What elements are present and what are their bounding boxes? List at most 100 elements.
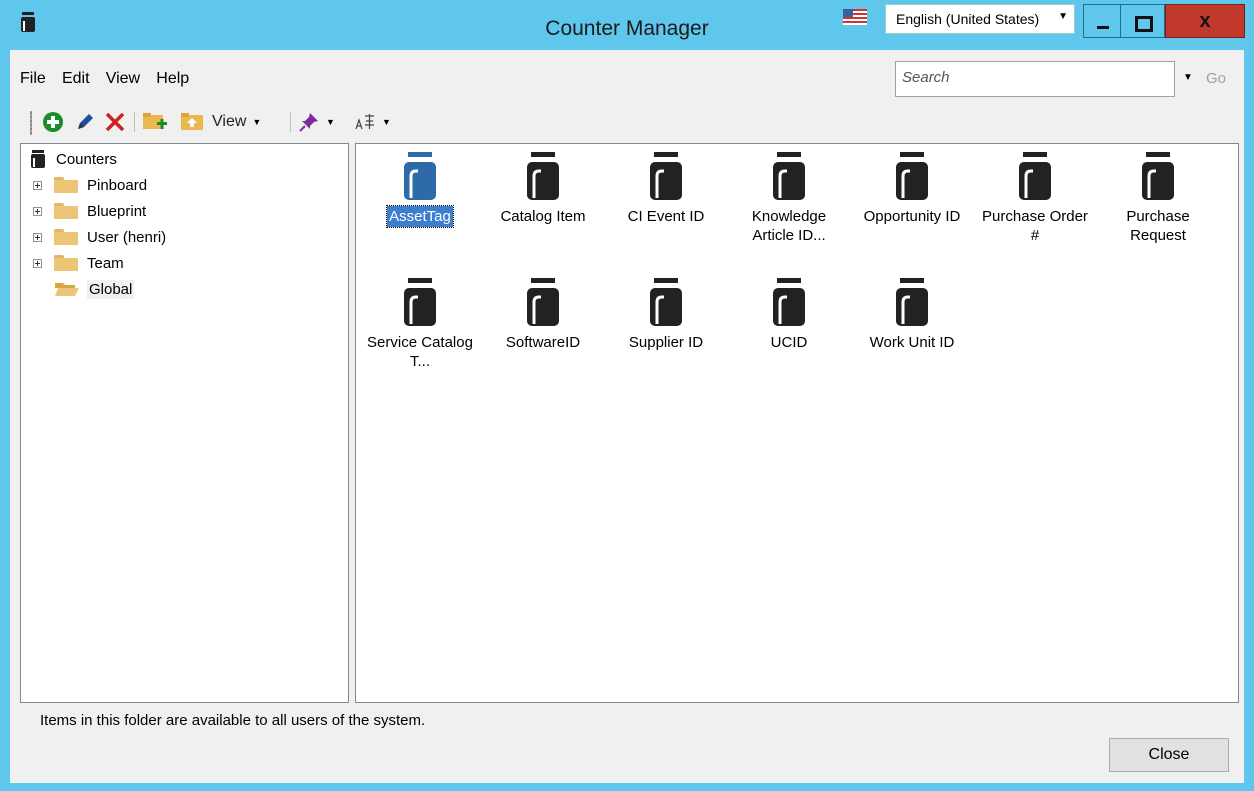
folder-up-icon: [181, 113, 203, 130]
open-folder-icon: [55, 283, 79, 296]
font-icon: [355, 114, 374, 130]
menu-bar: File Edit View Help: [20, 70, 201, 94]
counter-icon: [527, 278, 559, 326]
maximize-button[interactable]: [1121, 4, 1165, 38]
counter-icon: [1142, 152, 1174, 200]
counter-icon: [650, 278, 682, 326]
counter-item[interactable]: UCID: [733, 278, 845, 353]
counter-item[interactable]: Purchase Request: [1102, 152, 1214, 246]
tree-item-user[interactable]: User (henri): [33, 226, 166, 248]
add-icon: [43, 112, 63, 132]
counter-item[interactable]: AssetTag: [364, 152, 476, 228]
counter-icon: [650, 152, 682, 200]
toolbar-separator: [290, 112, 291, 132]
close-icon: x: [1199, 10, 1211, 32]
client-area: File Edit View Help ▼ Go: [10, 50, 1244, 783]
folder-icon: [54, 229, 78, 245]
folder-tree: Counters Pinboard Blueprint User (henri): [20, 143, 349, 703]
counter-item-label: Purchase Request: [1126, 208, 1190, 244]
counter-item-label: Work Unit ID: [869, 334, 955, 351]
menu-file[interactable]: File: [20, 70, 46, 87]
new-folder-button[interactable]: [142, 110, 168, 134]
counter-item-label: AssetTag: [386, 205, 454, 228]
menu-edit[interactable]: Edit: [62, 70, 90, 87]
toolbar-grip[interactable]: [30, 111, 32, 135]
tree-item-global[interactable]: Global: [54, 278, 135, 300]
counter-item[interactable]: CI Event ID: [610, 152, 722, 227]
counter-item-label: Supplier ID: [628, 334, 704, 351]
counter-item-label: Service Catalog T...: [367, 334, 473, 370]
title-bar: Counter Manager English (United States) …: [0, 0, 1254, 50]
tree-item-label: Team: [87, 254, 124, 272]
counter-icon: [1019, 152, 1051, 200]
expand-icon[interactable]: [33, 206, 42, 216]
counter-item[interactable]: SoftwareID: [487, 278, 599, 353]
counter-icon: [896, 152, 928, 200]
tree-item-label: Blueprint: [87, 202, 147, 220]
counter-item[interactable]: Work Unit ID: [856, 278, 968, 353]
chevron-down-icon: ▼: [382, 117, 391, 127]
tree-item-label: User (henri): [87, 228, 167, 246]
counter-item-label: Opportunity ID: [863, 208, 961, 225]
chevron-down-icon: ▼: [1058, 11, 1068, 22]
counter-item[interactable]: Supplier ID: [610, 278, 722, 353]
counter-icon: [896, 278, 928, 326]
search-box: [895, 61, 1175, 97]
pin-icon: [299, 113, 318, 132]
tree-item-pinboard[interactable]: Pinboard: [33, 174, 147, 196]
counter-item-label: Purchase Order #: [982, 208, 1088, 244]
chevron-down-icon: ▼: [326, 117, 335, 127]
tree-item-team[interactable]: Team: [33, 252, 124, 274]
minimize-button[interactable]: [1083, 4, 1121, 38]
tree-item-blueprint[interactable]: Blueprint: [33, 200, 146, 222]
expand-icon[interactable]: [33, 232, 42, 242]
folder-icon: [54, 255, 78, 271]
window-close-button[interactable]: x: [1165, 4, 1245, 38]
counter-item-label: Catalog Item: [500, 208, 586, 225]
menu-view[interactable]: View: [106, 70, 140, 87]
counter-item[interactable]: Knowledge Article ID...: [733, 152, 845, 246]
toolbar-separator: [134, 112, 135, 132]
chevron-down-icon: ▼: [252, 117, 262, 127]
pin-button[interactable]: ▼: [298, 110, 335, 134]
language-select[interactable]: English (United States) ▼: [885, 4, 1075, 34]
edit-pencil-icon: [78, 114, 93, 129]
counter-list: AssetTag Catalog Item CI Event ID Knowledge…: [355, 143, 1239, 703]
search-input[interactable]: [896, 62, 1174, 92]
close-button[interactable]: Close: [1109, 738, 1229, 772]
counter-icon: [527, 152, 559, 200]
us-flag-icon[interactable]: [843, 9, 867, 25]
expand-icon[interactable]: [33, 180, 42, 190]
search-dropdown-icon[interactable]: ▼: [1183, 72, 1193, 83]
tree-item-label: Global: [87, 279, 135, 299]
view-label: View: [212, 113, 247, 130]
counter-item-label: UCID: [770, 334, 808, 351]
counter-icon: [404, 152, 436, 200]
folder-up-button[interactable]: [180, 110, 206, 134]
counter-item[interactable]: Catalog Item: [487, 152, 599, 227]
new-folder-icon: [143, 113, 167, 129]
tree-item-label: Pinboard: [87, 176, 148, 194]
counter-item-label: SoftwareID: [505, 334, 581, 351]
folder-icon: [54, 177, 78, 193]
toolbar: View ▼ ▼ ▼: [24, 107, 524, 137]
edit-button[interactable]: [74, 110, 96, 134]
menu-help[interactable]: Help: [156, 70, 189, 87]
view-menu-button[interactable]: View ▼: [212, 110, 261, 134]
counter-icon: [773, 152, 805, 200]
counter-item-label: CI Event ID: [627, 208, 705, 225]
expand-icon[interactable]: [33, 258, 42, 268]
tree-root[interactable]: Counters: [29, 148, 117, 170]
counter-icon: [404, 278, 436, 326]
delete-button[interactable]: [104, 110, 126, 134]
counter-item[interactable]: Purchase Order #: [979, 152, 1091, 246]
counter-item[interactable]: Service Catalog T...: [364, 278, 476, 372]
language-value: English (United States): [896, 11, 1040, 27]
go-button[interactable]: Go: [1206, 70, 1226, 87]
counter-icon: [773, 278, 805, 326]
counter-item[interactable]: Opportunity ID: [856, 152, 968, 227]
counter-item-label: Knowledge Article ID...: [751, 208, 827, 244]
folder-icon: [54, 203, 78, 219]
add-button[interactable]: [42, 110, 64, 134]
font-button[interactable]: ▼: [354, 110, 391, 134]
